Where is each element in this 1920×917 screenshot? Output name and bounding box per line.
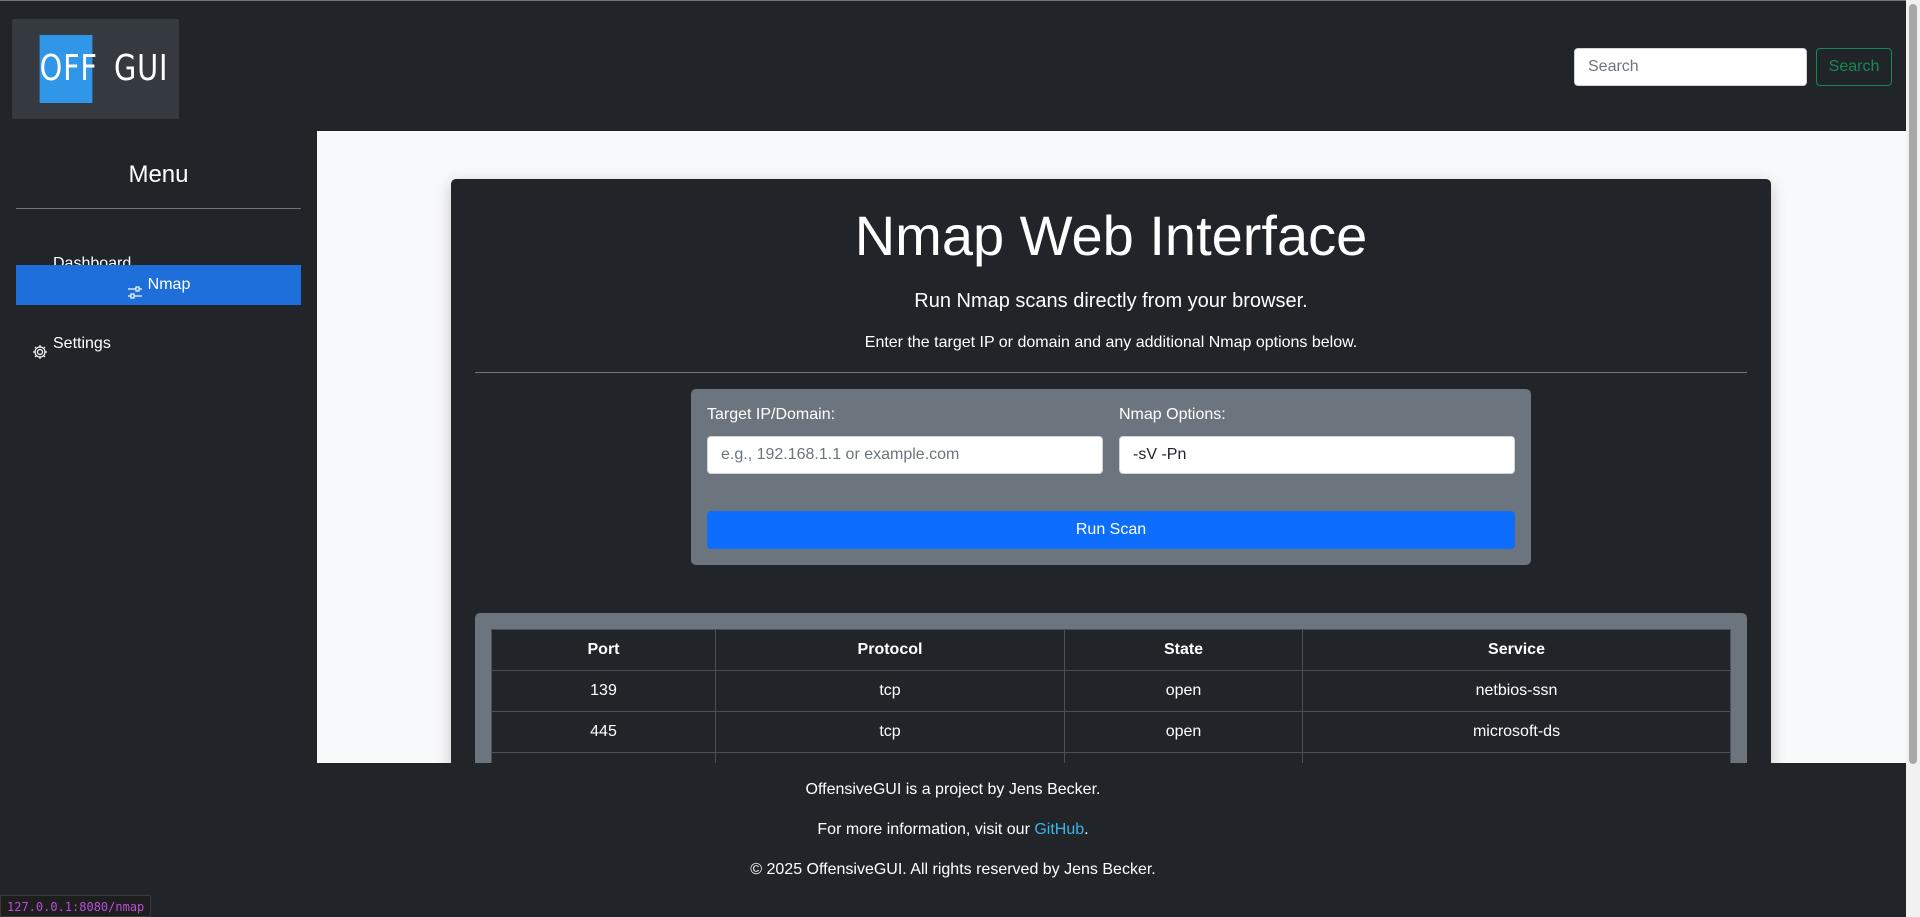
menu-divider: [16, 208, 301, 209]
cell-service: microsoft-ds: [1302, 711, 1731, 753]
cell-service: netbios-ssn: [1302, 670, 1731, 712]
footer-info-text: For more information, visit our: [817, 821, 1035, 838]
table-row: [491, 752, 1731, 763]
column-header-port: Port: [491, 629, 716, 671]
table-row: 445 tcp open microsoft-ds: [491, 711, 1731, 753]
target-input[interactable]: [707, 436, 1103, 474]
sidebar-item-label: Nmap: [147, 276, 191, 293]
cell-state: open: [1064, 711, 1303, 753]
footer-info-suffix: .: [1084, 821, 1089, 838]
cell-port: 139: [491, 670, 716, 712]
column-header-protocol: Protocol: [715, 629, 1065, 671]
cell-protocol: tcp: [715, 711, 1065, 753]
cell-port: 445: [491, 711, 716, 753]
search-button[interactable]: Search: [1816, 48, 1892, 86]
footer-credit: OffensiveGUI is a project by Jens Becker…: [805, 781, 1101, 798]
sidebar-item-label: Settings: [53, 335, 111, 352]
sliders-icon: [127, 277, 143, 299]
column-header-service: Service: [1302, 629, 1731, 671]
column-header-state: State: [1064, 629, 1303, 671]
scrollbar-thumb[interactable]: [1909, 4, 1917, 764]
header: OFF GUI Search: [0, 0, 1906, 131]
run-scan-button[interactable]: Run Scan: [707, 511, 1515, 549]
cell-protocol: tcp: [715, 670, 1065, 712]
page-description: Enter the target IP or domain and any ad…: [864, 334, 1358, 351]
app-logo[interactable]: OFF GUI: [12, 19, 179, 119]
target-label: Target IP/Domain:: [707, 406, 836, 423]
options-label: Nmap Options:: [1119, 406, 1226, 423]
sidebar: Menu Dashboard Nmap Settings: [0, 131, 317, 763]
main-content: Nmap Web Interface Run Nmap scans direct…: [317, 131, 1906, 763]
options-input[interactable]: [1119, 436, 1515, 474]
footer-info: For more information, visit our GitHub.: [0, 821, 1906, 839]
footer: OffensiveGUI is a project by Jens Becker…: [0, 763, 1906, 917]
vertical-scrollbar[interactable]: [1906, 0, 1920, 917]
nmap-card: Nmap Web Interface Run Nmap scans direct…: [451, 179, 1771, 763]
cell-state: open: [1064, 670, 1303, 712]
search-input[interactable]: [1574, 48, 1807, 86]
table-row: 139 tcp open netbios-ssn: [491, 670, 1731, 712]
gear-icon: [32, 336, 48, 359]
results-table: Port Protocol State Service 139 tcp open…: [491, 629, 1731, 763]
results-panel: Port Protocol State Service 139 tcp open…: [475, 613, 1747, 763]
logo-gui-text: GUI: [114, 48, 169, 89]
github-link[interactable]: GitHub: [1034, 821, 1084, 838]
page-title: Nmap Web Interface: [854, 204, 1368, 267]
logo-off-text: OFF: [39, 35, 97, 103]
page-subtitle: Run Nmap scans directly from your browse…: [914, 290, 1308, 312]
status-bar-url: 127.0.0.1:8080/nmap: [0, 895, 152, 917]
menu-title: Menu: [128, 161, 189, 188]
footer-copyright: © 2025 OffensiveGUI. All rights reserved…: [750, 861, 1156, 878]
card-divider: [475, 372, 1747, 373]
sidebar-item-settings[interactable]: Settings: [16, 324, 301, 364]
table-header-row: Port Protocol State Service: [491, 629, 1731, 671]
sidebar-item-nmap[interactable]: Nmap: [16, 265, 301, 305]
scan-form: Target IP/Domain: Nmap Options: Run Scan: [691, 389, 1531, 565]
